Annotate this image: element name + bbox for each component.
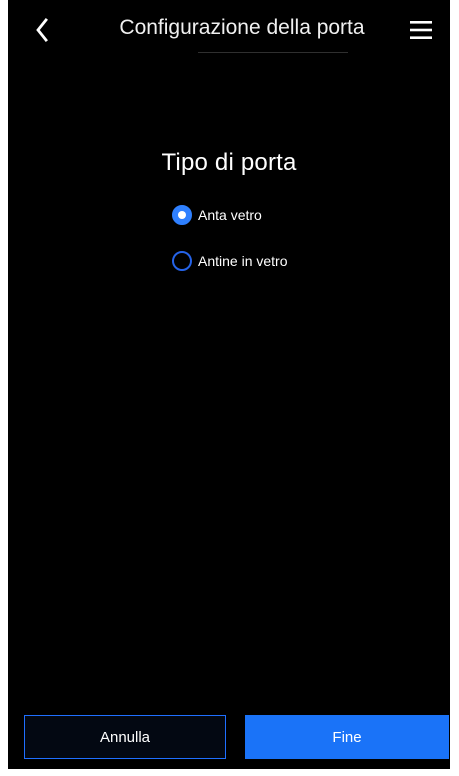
phone-screen: Configurazione della porta Tipo di porta… — [8, 0, 450, 769]
radio-unselected-icon[interactable] — [172, 251, 192, 271]
hamburger-menu-icon — [410, 21, 432, 39]
radio-label: Anta vetro — [198, 207, 262, 223]
cancel-button[interactable]: Annulla — [24, 715, 226, 759]
title-divider — [198, 52, 348, 53]
page-title: Configurazione della porta — [119, 16, 365, 39]
radio-selected-icon[interactable] — [172, 205, 192, 225]
radio-option-antine-in-vetro[interactable]: Antine in vetro — [172, 248, 392, 274]
bottom-action-bar: Annulla Fine — [8, 699, 450, 769]
door-type-radio-group: Anta vetro Antine in vetro — [172, 202, 392, 294]
radio-option-anta-vetro[interactable]: Anta vetro — [172, 202, 392, 228]
door-type-section: Tipo di porta Anta vetro Antine in vetro — [8, 60, 450, 700]
app-bar: Configurazione della porta — [8, 0, 450, 60]
menu-button[interactable] — [404, 14, 438, 46]
section-title: Tipo di porta — [161, 149, 297, 176]
radio-label: Antine in vetro — [198, 253, 288, 269]
back-button[interactable] — [26, 14, 58, 46]
done-button[interactable]: Fine — [245, 715, 449, 759]
chevron-left-icon — [36, 18, 48, 42]
